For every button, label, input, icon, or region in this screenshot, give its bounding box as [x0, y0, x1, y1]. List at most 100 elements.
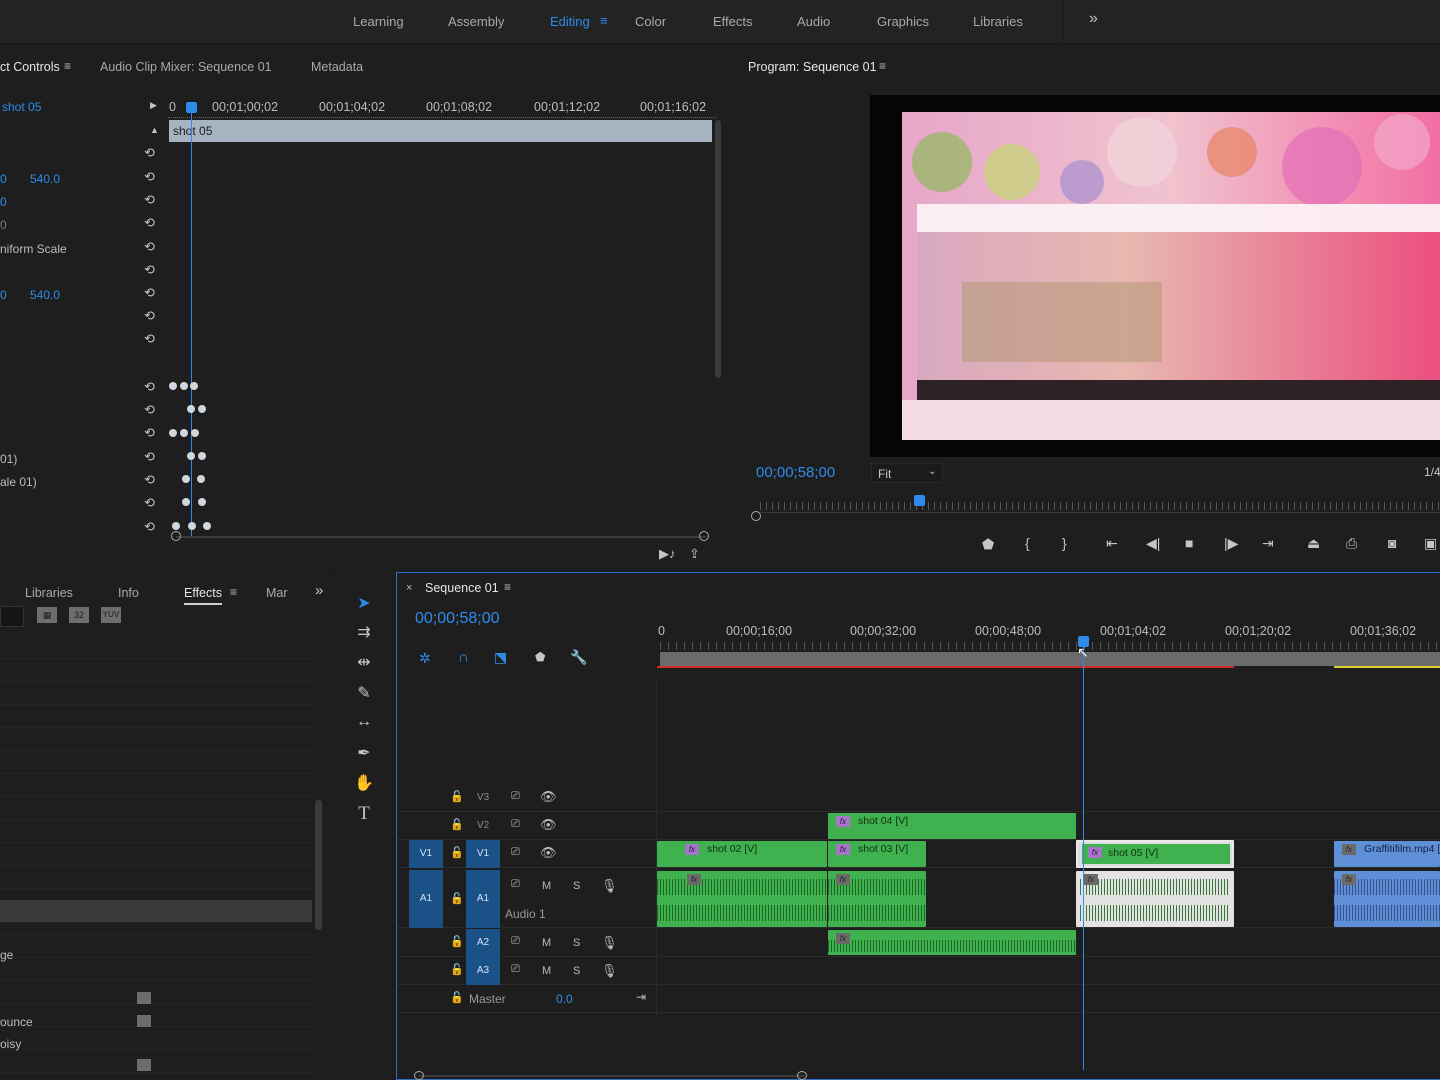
reset-icon[interactable]: ⟲	[144, 240, 158, 254]
lift-icon[interactable]: ⏏	[1307, 535, 1320, 552]
keyframe[interactable]	[180, 382, 188, 390]
reset-icon[interactable]: ⟲	[144, 286, 158, 300]
fit-dropdown[interactable]: Fit ⌄	[871, 463, 943, 483]
track-target-v1[interactable]: V1	[466, 840, 500, 868]
collapse-icon[interactable]: ▲	[150, 125, 159, 135]
linked-selection-icon[interactable]: ⬔	[494, 649, 507, 666]
audio-clip-shot-02[interactable]: fx	[657, 871, 827, 927]
reset-icon[interactable]: ⟲	[144, 263, 158, 277]
tab-effects[interactable]: Effects	[184, 586, 222, 605]
sync-lock-icon[interactable]: ⎚	[511, 846, 520, 859]
reset-icon[interactable]: ⟲	[144, 193, 158, 207]
tab-libraries[interactable]: Libraries	[25, 586, 73, 600]
timeline-playhead[interactable]	[1083, 646, 1084, 1070]
lock-icon[interactable]: 🔓	[450, 991, 464, 1004]
audio-clip-shot-05[interactable]: fx	[1076, 871, 1234, 927]
sync-lock-icon[interactable]: ⎚	[511, 790, 520, 803]
solo-button[interactable]: S	[573, 965, 580, 977]
reset-icon[interactable]: ⟲	[144, 309, 158, 323]
clip-shot-04[interactable]: fx shot 04 [V]	[828, 813, 1076, 839]
slip-tool-icon[interactable]: ↔	[353, 713, 375, 735]
wrench-icon[interactable]: 🔧	[570, 649, 587, 666]
extract-icon[interactable]: ⎙	[1346, 535, 1357, 552]
work-area-bar[interactable]	[660, 652, 1440, 666]
property-value[interactable]: 0	[0, 288, 7, 302]
keyframe[interactable]	[198, 498, 206, 506]
workspace-effects[interactable]: Effects	[713, 14, 753, 29]
master-volume-value[interactable]: 0.0	[556, 992, 573, 1006]
panel-menu-icon[interactable]: ≡	[504, 580, 511, 594]
workspace-color[interactable]: Color	[635, 14, 666, 29]
property-value[interactable]: 540.0	[30, 288, 60, 302]
microphone-icon[interactable]: 🎙	[601, 935, 618, 951]
workspace-learning[interactable]: Learning	[353, 14, 404, 29]
timeline-zoom-handle-left[interactable]	[414, 1071, 424, 1080]
eye-icon[interactable]: 👁	[540, 845, 557, 861]
reset-icon[interactable]: ⟲	[144, 450, 158, 464]
hand-tool-icon[interactable]: ✋	[353, 773, 375, 795]
workspace-assembly[interactable]: Assembly	[448, 14, 504, 29]
mute-button[interactable]: M	[542, 937, 551, 949]
timeline-timecode[interactable]: 00;00;58;00	[415, 610, 500, 628]
ec-time-ruler[interactable]: 0 00;01;00;02 00;01;04;02 00;01;08;02 00…	[168, 96, 716, 118]
play-audio-icon[interactable]: ▶♪	[659, 546, 676, 562]
workspace-editing-menu-icon[interactable]: ≡	[600, 13, 608, 28]
audio-clip-graffitifilm[interactable]: fx	[1334, 871, 1440, 927]
reset-icon[interactable]: ⟲	[144, 146, 158, 160]
keyframe[interactable]	[203, 522, 211, 530]
property-value[interactable]: 540.0	[30, 172, 60, 186]
snap-icon[interactable]: ∩	[458, 649, 469, 666]
audio-clip-shot-03[interactable]: fx	[828, 871, 926, 927]
solo-button[interactable]: S	[573, 937, 580, 949]
workspace-editing[interactable]: Editing	[550, 14, 590, 29]
mark-out-icon[interactable]: }	[1062, 535, 1067, 551]
effect-item[interactable]: ge	[0, 948, 13, 962]
go-to-end-icon[interactable]: ⇥	[636, 990, 646, 1004]
tab-audio-clip-mixer[interactable]: Audio Clip Mixer: Sequence 01	[100, 60, 272, 74]
eye-icon[interactable]: 👁	[540, 789, 557, 805]
workspace-audio[interactable]: Audio	[797, 14, 830, 29]
keyframe[interactable]	[187, 452, 195, 460]
microphone-icon[interactable]: 🎙	[601, 878, 618, 894]
go-to-out-icon[interactable]: ⇥	[1262, 535, 1274, 552]
clip-shot-05[interactable]: fx shot 05 [V]	[1076, 840, 1234, 868]
reset-icon[interactable]: ⟲	[144, 380, 158, 394]
timeline-ruler[interactable]: 0 00;00;16;00 00;00;32;00 00;00;48;00 00…	[657, 620, 1440, 642]
close-icon[interactable]: ×	[406, 582, 412, 594]
go-to-in-icon[interactable]: ⇤	[1106, 535, 1118, 552]
step-forward-icon[interactable]: |▶	[1224, 535, 1238, 552]
sync-lock-icon[interactable]: ⎚	[511, 935, 520, 948]
clip-shot-03[interactable]: fx shot 03 [V]	[828, 841, 926, 867]
add-marker-icon[interactable]: ⬟	[535, 650, 545, 664]
reset-icon[interactable]: ⟲	[144, 496, 158, 510]
lock-icon[interactable]: 🔓	[450, 846, 464, 859]
workspace-libraries[interactable]: Libraries	[973, 14, 1023, 29]
ec-clip-bar[interactable]: shot 05	[169, 120, 712, 142]
reset-icon[interactable]: ⟲	[144, 473, 158, 487]
lock-icon[interactable]: 🔓	[450, 892, 464, 905]
track-target-a2[interactable]: A2	[466, 929, 500, 957]
tab-metadata[interactable]: Metadata	[311, 60, 363, 74]
more-tabs-icon[interactable]: »	[315, 582, 323, 599]
tab-markers[interactable]: Mar	[266, 586, 288, 600]
ec-zoom-handle-right[interactable]	[699, 531, 709, 541]
keyframe[interactable]	[180, 429, 188, 437]
sequence-tab[interactable]: Sequence 01	[425, 581, 499, 595]
effects-search-input[interactable]	[0, 606, 24, 627]
keyframe[interactable]	[190, 382, 198, 390]
selection-tool-icon[interactable]: ➤	[353, 593, 375, 615]
reset-icon[interactable]: ⟲	[144, 332, 158, 346]
track-select-tool-icon[interactable]: ⇉	[353, 622, 375, 644]
clip-graffitifilm[interactable]: fx Graffitifilm.mp4 [V]	[1334, 841, 1440, 867]
program-scrub-ruler[interactable]	[760, 502, 1440, 510]
track-target-a1[interactable]: A1	[466, 870, 500, 928]
microphone-icon[interactable]: 🎙	[601, 963, 618, 979]
export-icon[interactable]: ⇪	[689, 546, 700, 562]
panel-menu-icon[interactable]: ≡	[230, 585, 237, 599]
keyframe[interactable]	[197, 475, 205, 483]
pen-tool-icon[interactable]: ✒	[353, 743, 375, 765]
ec-zoom-handle-left[interactable]	[171, 531, 181, 541]
mark-in-icon[interactable]: {	[1025, 535, 1030, 551]
comparison-view-icon[interactable]: ▣	[1424, 535, 1437, 552]
sync-lock-icon[interactable]: ⎚	[511, 818, 520, 831]
